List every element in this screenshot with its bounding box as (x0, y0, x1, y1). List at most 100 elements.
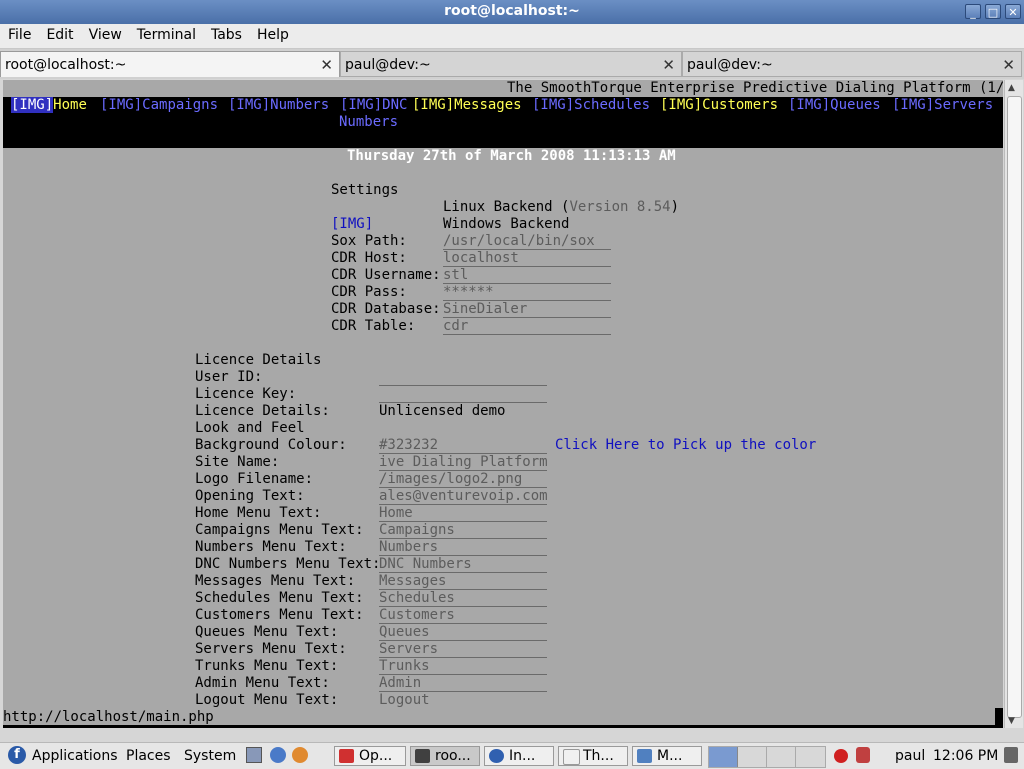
volume-icon[interactable] (1004, 747, 1018, 763)
task-opera[interactable]: Op... (334, 746, 406, 766)
menu-tabs[interactable]: Tabs (211, 24, 242, 43)
network-icon[interactable] (856, 747, 870, 763)
cdr-username-input[interactable]: stl (443, 267, 611, 284)
home-menu-text-label: Home Menu Text: (195, 505, 322, 521)
terminal-scrollbar[interactable]: ▲ ▼ (1004, 80, 1023, 728)
no-entry-icon[interactable] (834, 749, 848, 763)
workspace-4[interactable] (796, 747, 824, 767)
nav-dnc-numbers-link[interactable]: Numbers (339, 114, 398, 131)
menu-view[interactable]: View (89, 24, 122, 43)
opening-text-input[interactable]: ales@venturevoip.com (379, 488, 547, 505)
cdr-database-label: CDR Database: (331, 301, 441, 317)
trunks-menu-text-label: Trunks Menu Text: (195, 658, 339, 674)
minimize-button[interactable]: _ (965, 4, 981, 19)
nav-customers-link[interactable]: [IMG]Customers (660, 97, 778, 114)
nav-numbers-link[interactable]: [IMG]Numbers (228, 97, 329, 114)
menu-edit[interactable]: Edit (46, 24, 73, 43)
workspace-1[interactable] (709, 747, 738, 767)
menu-file[interactable]: File (8, 24, 31, 43)
bg-colour-input[interactable]: #323232 (379, 437, 547, 454)
system-menu[interactable]: System (184, 748, 236, 764)
cdr-pass-input[interactable]: ****** (443, 284, 611, 301)
logo-filename-input[interactable]: /images/logo2.png (379, 471, 547, 488)
cdr-database-input[interactable]: SineDialer (443, 301, 611, 318)
nav-home-link[interactable]: Home (53, 97, 87, 113)
admin-menu-text-input[interactable]: Admin (379, 675, 547, 692)
tab-paul-dev-2[interactable]: paul@dev:~ ✕ (682, 51, 1022, 77)
workspace-2[interactable] (738, 747, 767, 767)
scroll-down-icon[interactable]: ▼ (1008, 716, 1015, 726)
schedules-menu-text-input[interactable]: Schedules (379, 590, 547, 607)
task-inbox[interactable]: In... (484, 746, 554, 766)
schedules-menu-text-label: Schedules Menu Text: (195, 590, 364, 606)
fedora-logo-icon[interactable]: f (8, 746, 26, 764)
cdr-host-input[interactable]: localhost (443, 250, 611, 267)
menu-help[interactable]: Help (257, 24, 289, 43)
tab-paul-dev-1[interactable]: paul@dev:~ ✕ (340, 51, 682, 77)
close-tab-icon[interactable]: ✕ (320, 56, 333, 74)
licence-details-value: Unlicensed demo (379, 403, 506, 419)
cdr-host-label: CDR Host: (331, 250, 407, 266)
close-button[interactable]: ✕ (1005, 4, 1021, 19)
queues-menu-text-input[interactable]: Queues (379, 624, 547, 641)
launcher-browser-icon[interactable] (270, 747, 286, 763)
numbers-menu-text-input[interactable]: Numbers (379, 539, 547, 556)
launcher-firefox-icon[interactable] (292, 747, 308, 763)
cdr-username-label: CDR Username: (331, 267, 441, 283)
nav-campaigns-link[interactable]: [IMG]Campaigns (100, 97, 218, 114)
menu-terminal[interactable]: Terminal (137, 24, 196, 43)
maximize-button[interactable]: □ (985, 4, 1001, 19)
home-menu-text-input[interactable]: Home (379, 505, 547, 522)
site-name-label: Site Name: (195, 454, 280, 470)
pick-color-link[interactable]: Click Here to Pick up the color (555, 437, 816, 454)
sox-path-label: Sox Path: (331, 233, 407, 249)
mail-icon (489, 749, 504, 763)
customers-menu-text-input[interactable]: Customers (379, 607, 547, 624)
user-id-input[interactable] (379, 369, 547, 386)
cdr-table-input[interactable]: cdr (443, 318, 611, 335)
image-icon (637, 749, 652, 763)
licence-key-input[interactable] (379, 386, 547, 403)
close-tab-icon[interactable]: ✕ (662, 56, 675, 74)
bg-colour-label: Background Colour: (195, 437, 347, 453)
task-terminal[interactable]: roo... (410, 746, 480, 766)
nav-messages-link[interactable]: [IMG]Messages (412, 97, 522, 114)
username-label[interactable]: paul (895, 748, 925, 764)
workspace-switcher[interactable] (708, 746, 826, 768)
page-header: The SmoothTorque Enterprise Predictive D… (507, 80, 1003, 96)
scroll-up-icon[interactable]: ▲ (1008, 83, 1015, 93)
terminal-area[interactable]: The SmoothTorque Enterprise Predictive D… (3, 80, 1003, 728)
messages-menu-text-label: Messages Menu Text: (195, 573, 356, 589)
nav-menu: [IMG]Home [IMG]Campaigns [IMG]Numbers [I… (3, 97, 1003, 148)
campaigns-menu-text-input[interactable]: Campaigns (379, 522, 547, 539)
settings-heading: Settings (331, 182, 399, 198)
admin-menu-text-label: Admin Menu Text: (195, 675, 330, 691)
close-tab-icon[interactable]: ✕ (1002, 56, 1015, 74)
nav-schedules-link[interactable]: [IMG]Schedules (532, 97, 650, 114)
launcher-screenshot-icon[interactable] (246, 747, 262, 763)
window-title: root@localhost:~ (444, 3, 580, 19)
licence-details-label: Licence Details: (195, 403, 330, 419)
site-name-input[interactable]: ive Dialing Platform (379, 454, 547, 471)
logo-filename-label: Logo Filename: (195, 471, 314, 487)
servers-menu-text-input[interactable]: Servers (379, 641, 547, 658)
look-feel-heading: Look and Feel (195, 420, 305, 436)
trunks-menu-text-input[interactable]: Trunks (379, 658, 547, 675)
dnc-numbers-menu-text-input[interactable]: DNC Numbers (379, 556, 547, 573)
tab-bar: root@localhost:~ ✕ paul@dev:~ ✕ paul@dev… (0, 49, 1024, 79)
task-image[interactable]: M... (632, 746, 702, 766)
clock[interactable]: 12:06 PM (933, 748, 998, 764)
applications-menu[interactable]: Applications (32, 748, 118, 764)
nav-servers-link[interactable]: [IMG]Servers (892, 97, 993, 114)
workspace-3[interactable] (767, 747, 796, 767)
windows-backend-img[interactable]: [IMG] (331, 216, 373, 233)
sox-path-input[interactable]: /usr/local/bin/sox (443, 233, 611, 250)
places-menu[interactable]: Places (126, 748, 171, 764)
dnc-numbers-menu-text-label: DNC Numbers Menu Text: (195, 556, 381, 572)
nav-queues-link[interactable]: [IMG]Queues (788, 97, 881, 114)
messages-menu-text-input[interactable]: Messages (379, 573, 547, 590)
task-document[interactable]: Th... (558, 746, 628, 766)
scroll-thumb[interactable] (1007, 96, 1022, 718)
nav-dnc-link[interactable]: [IMG]DNC (340, 97, 407, 114)
tab-root-localhost[interactable]: root@localhost:~ ✕ (0, 51, 340, 77)
